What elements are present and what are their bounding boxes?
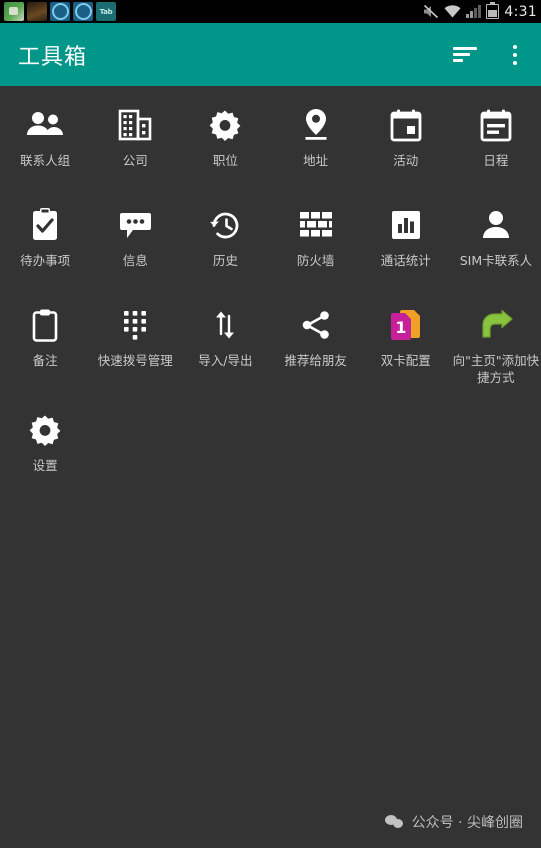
map-app-icon [4, 2, 24, 21]
app-bar-actions [453, 43, 523, 67]
status-bar-clock: 4:31 [504, 3, 537, 20]
gear-icon [209, 104, 241, 146]
people-group-icon [26, 104, 64, 146]
grid-item-sim-contacts[interactable]: SIM卡联系人 [451, 198, 541, 290]
grid-item-call-stats[interactable]: 通话统计 [361, 198, 451, 290]
grid-item-label: 推荐给朋友 [284, 353, 347, 368]
grid-item-label: 备注 [32, 353, 58, 368]
grid-item-share-with-friends[interactable]: 推荐给朋友 [270, 298, 360, 395]
dialpad-icon [121, 304, 149, 346]
grid-item-label: 设置 [32, 457, 58, 473]
calendar-event-icon [390, 104, 422, 146]
grid-item-label: 活动 [393, 153, 419, 168]
dual-sim-card-icon: 1 [389, 304, 423, 346]
mute-icon [423, 4, 439, 19]
signal-icon [466, 5, 482, 18]
bar-chart-icon [391, 204, 421, 246]
grid-item-label: 快速拨号管理 [97, 353, 173, 368]
grid-item-address[interactable]: 地址 [270, 98, 360, 190]
svg-text:1: 1 [395, 318, 406, 337]
grid-item-label: 日程 [483, 153, 509, 168]
brick-wall-icon [299, 204, 332, 246]
grid-item-label: 双卡配置 [380, 353, 431, 368]
grid-item-history[interactable]: 历史 [180, 198, 270, 290]
blue-app-icon-2 [73, 2, 93, 21]
status-bar-right-icons: 4:31 [423, 2, 537, 20]
tab-app-icon: Tab [96, 2, 116, 21]
grid-item-add-home-shortcut[interactable]: 向"主页"添加快捷方式 [451, 298, 541, 395]
app-bar: 工具箱 [0, 23, 541, 86]
grid-item-messages[interactable]: 信息 [90, 198, 180, 290]
import-export-arrows-icon [211, 304, 239, 346]
grid-item-settings[interactable]: 设置 [0, 403, 90, 495]
blue-app-icon-1 [50, 2, 70, 21]
wifi-icon [444, 5, 461, 18]
page-title: 工具箱 [18, 44, 88, 70]
grid-item-label: 公司 [122, 153, 148, 168]
grid-item-import-export[interactable]: 导入/导出 [180, 298, 270, 395]
grid-item-firewall[interactable]: 防火墙 [270, 198, 360, 290]
grid-item-events[interactable]: 活动 [361, 98, 451, 190]
clipboard-check-icon [31, 204, 59, 246]
tool-grid: 联系人组 公司 职位 地址 活动 日程 待办事项 信息 历史 防火墙 通话统计 … [0, 86, 541, 495]
watermark-text: 公众号 · 尖峰创圈 [411, 815, 523, 831]
grid-item-label: SIM卡联系人 [459, 253, 533, 268]
grid-item-label: 向"主页"添加快捷方式 [452, 353, 540, 385]
grid-item-label: 通话统计 [380, 253, 431, 268]
status-bar: Tab 4:31 [0, 0, 541, 23]
grid-item-label: 地址 [303, 153, 329, 168]
grid-item-todo[interactable]: 待办事项 [0, 198, 90, 290]
battery-icon [486, 2, 500, 19]
sort-icon[interactable] [453, 47, 477, 62]
grid-item-label: 导入/导出 [198, 353, 253, 368]
share-icon [301, 304, 331, 346]
grid-item-label: 待办事项 [20, 253, 71, 268]
history-clock-icon [209, 204, 242, 246]
gear-icon [29, 409, 61, 451]
grid-item-label: 职位 [212, 153, 238, 168]
building-icon [118, 104, 152, 146]
calendar-agenda-icon [480, 104, 512, 146]
grid-item-job-title[interactable]: 职位 [180, 98, 270, 190]
dark-app-icon [27, 2, 47, 21]
wechat-icon [384, 815, 405, 829]
clipboard-icon [32, 304, 58, 346]
grid-item-speed-dial[interactable]: 快速拨号管理 [90, 298, 180, 395]
grid-item-label: 联系人组 [20, 153, 71, 168]
overflow-menu-icon[interactable] [507, 43, 523, 67]
grid-item-dual-sim-config[interactable]: 1 双卡配置 [361, 298, 451, 395]
grid-item-label: 防火墙 [296, 253, 335, 268]
status-bar-left-icons: Tab [4, 2, 116, 21]
grid-item-contact-groups[interactable]: 联系人组 [0, 98, 90, 190]
grid-item-notes[interactable]: 备注 [0, 298, 90, 395]
chat-bubble-icon [119, 204, 152, 246]
grid-item-label: 信息 [122, 253, 148, 268]
grid-item-label: 历史 [212, 253, 238, 268]
grid-item-company[interactable]: 公司 [90, 98, 180, 190]
person-icon [482, 204, 510, 246]
green-curved-arrow-icon [479, 304, 513, 346]
watermark: 公众号 · 尖峰创圈 [384, 812, 523, 832]
location-pin-icon [302, 104, 330, 146]
grid-item-schedule[interactable]: 日程 [451, 98, 541, 190]
